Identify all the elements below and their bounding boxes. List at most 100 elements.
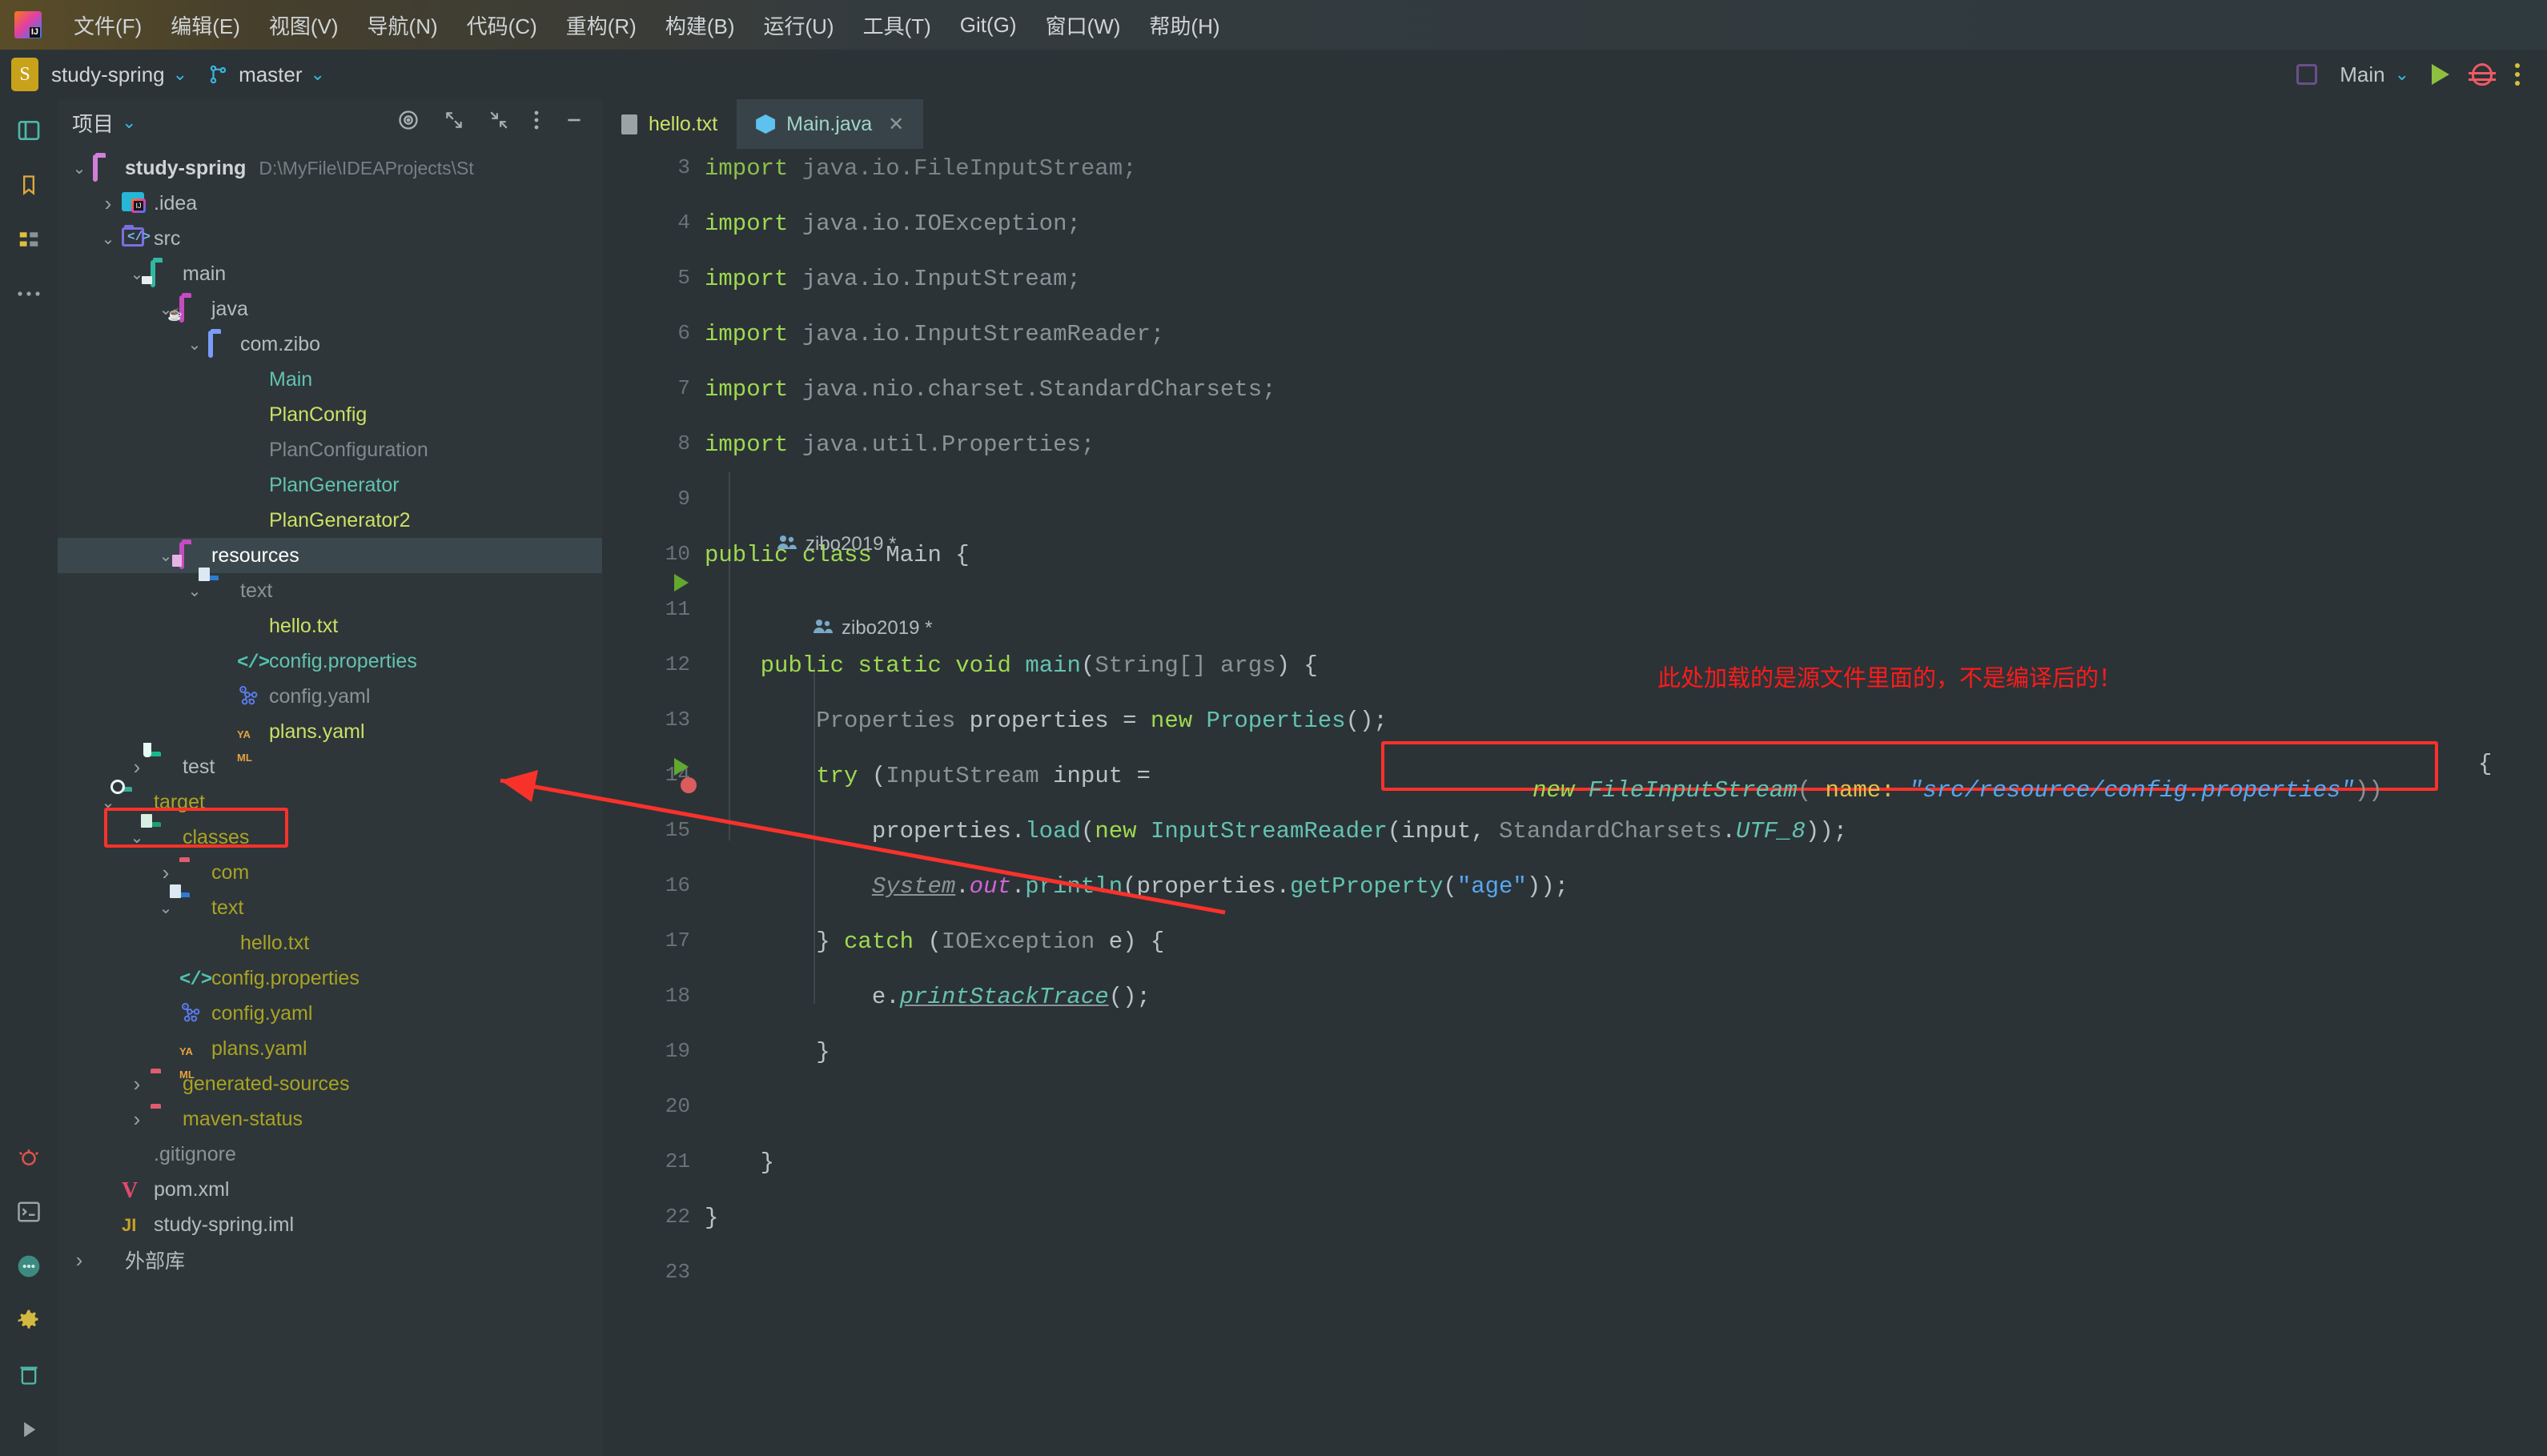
tree-row-hello.txt[interactable]: hello.txt <box>58 925 602 961</box>
chevron-down-icon[interactable]: ⌄ <box>173 64 187 85</box>
run-configuration-label[interactable]: Main <box>2340 62 2384 87</box>
collapse-arrow-icon[interactable]: ⌄ <box>98 792 119 812</box>
code-line[interactable]: import java.io.FileInputStream; <box>705 155 1137 182</box>
tree-row-classes[interactable]: ⌄ classes <box>58 814 602 855</box>
commit-tool-icon[interactable] <box>15 1362 42 1389</box>
editor-tab-hello-txt[interactable]: hello.txt <box>602 99 737 149</box>
code-vision-class[interactable]: zibo2019 * <box>777 533 896 556</box>
code-line[interactable]: } <box>705 1149 774 1176</box>
run-tool-icon[interactable] <box>15 1416 42 1443</box>
menu-item-run[interactable]: 运行(U) <box>749 6 849 45</box>
code-line[interactable]: } catch (IOException e) { <box>705 929 1164 955</box>
bookmarks-tool-icon[interactable] <box>15 171 42 199</box>
code-line[interactable]: } <box>705 1205 718 1231</box>
tool-window-options-icon[interactable] <box>533 110 540 136</box>
menu-item-refactor[interactable]: 重构(R) <box>552 6 651 45</box>
tree-row-plans.yaml[interactable]: YA ML plans.yaml <box>58 714 602 764</box>
expand-arrow-icon[interactable]: › <box>127 755 147 780</box>
tree-row-hello.txt[interactable]: hello.txt <box>58 608 602 644</box>
expand-arrow-icon[interactable]: ⌄ <box>69 158 90 178</box>
code-line[interactable]: try (InputStream input = <box>705 763 1164 789</box>
structure-tool-icon[interactable] <box>15 226 42 253</box>
code-line[interactable]: public static void main(String[] args) { <box>705 652 1318 679</box>
settings-gear-icon[interactable] <box>15 1307 42 1334</box>
collapse-all-icon[interactable] <box>488 110 509 136</box>
code-editor[interactable]: 3 4 5 6 7 8 9 10 11 12 13 14 15 16 17 18 19 20 21 22 23 impo… <box>602 149 2547 1456</box>
problems-tool-icon[interactable] <box>15 1144 42 1171</box>
tree-row-generated-sources[interactable]: › generated-sources <box>58 1066 602 1101</box>
tree-row-config.properties[interactable]: </> config.properties <box>58 644 602 679</box>
editor-tab-main-java[interactable]: Main.java ✕ <box>737 99 924 149</box>
hide-tool-window-icon[interactable] <box>564 110 585 136</box>
tree-row-maven-status[interactable]: › maven-status <box>58 1101 602 1137</box>
more-tool-windows-icon[interactable] <box>15 280 42 307</box>
code-line[interactable]: import java.io.IOException; <box>705 211 1081 237</box>
tree-row-[interactable]: › 外部库 <box>58 1242 602 1278</box>
tree-row-main[interactable]: Main <box>58 362 602 397</box>
project-name-label[interactable]: study-spring <box>51 62 165 87</box>
code-line[interactable]: e.printStackTrace(); <box>705 984 1151 1010</box>
tree-row-java[interactable]: ⌄ ☕ java <box>58 291 602 327</box>
run-button[interactable] <box>2432 64 2449 85</box>
code-line[interactable]: Properties properties = new Properties()… <box>705 708 1388 734</box>
code-line[interactable]: import java.nio.charset.StandardCharsets… <box>705 376 1276 403</box>
menu-item-window[interactable]: 窗口(W) <box>1031 6 1135 45</box>
close-icon[interactable]: ✕ <box>888 113 904 136</box>
breakpoint-icon[interactable] <box>681 777 697 793</box>
tree-row-target[interactable]: ⌄ target <box>58 780 602 820</box>
menu-item-view[interactable]: 视图(V) <box>255 6 353 45</box>
terminal-tool-icon[interactable] <box>15 1198 42 1225</box>
tree-row-text[interactable]: ⌄ text <box>58 884 602 925</box>
menu-item-navigate[interactable]: 导航(N) <box>353 6 452 45</box>
expand-all-icon[interactable] <box>444 110 464 136</box>
tree-row-planconfig[interactable]: PlanConfig <box>58 397 602 432</box>
tree-row-plangenerator2[interactable]: PlanGenerator2 <box>58 503 602 538</box>
expand-arrow-icon[interactable]: › <box>127 1072 147 1097</box>
gutter-run-icon-main[interactable] <box>674 758 689 776</box>
debug-button[interactable] <box>2469 63 2496 86</box>
scroll-from-source-icon[interactable] <box>397 109 420 137</box>
run-config-chevron-down-icon[interactable]: ⌄ <box>2395 64 2409 85</box>
tree-row-plangenerator[interactable]: PlanGenerator <box>58 467 602 503</box>
code-line[interactable]: import java.util.Properties; <box>705 431 1095 458</box>
menu-item-edit[interactable]: 编辑(E) <box>156 6 255 45</box>
collapse-arrow-icon[interactable]: ⌄ <box>98 229 119 249</box>
tree-row-pom.xml[interactable]: Vpom.xml <box>58 1172 602 1207</box>
code-vision-method[interactable]: zibo2019 * <box>813 617 932 640</box>
tree-row-.gitignore[interactable]: .gitignore <box>58 1137 602 1172</box>
gutter-run-icon-class[interactable] <box>674 574 689 592</box>
collapse-arrow-icon[interactable]: ⌄ <box>127 828 147 848</box>
code-content[interactable]: import java.io.FileInputStream; import ja… <box>705 149 2547 1456</box>
tree-row-com.zibo[interactable]: ⌄ com.zibo <box>58 327 602 362</box>
ai-assistant-tool-icon[interactable] <box>15 1253 42 1280</box>
tool-window-chevron-down-icon[interactable]: ⌄ <box>122 112 136 133</box>
collapse-arrow-icon[interactable]: ⌄ <box>184 581 205 601</box>
menu-item-code[interactable]: 代码(C) <box>452 6 552 45</box>
collapse-arrow-icon[interactable]: ⌄ <box>155 898 176 918</box>
tree-row-text[interactable]: ⌄ text <box>58 568 602 608</box>
tree-row-planconfiguration[interactable]: PlanConfiguration <box>58 432 602 467</box>
tree-row-config.yaml[interactable]: config.yaml <box>58 996 602 1031</box>
code-line[interactable]: import java.io.InputStreamReader; <box>705 321 1164 347</box>
branch-chevron-down-icon[interactable]: ⌄ <box>311 64 325 85</box>
expand-arrow-icon[interactable]: › <box>69 1248 90 1273</box>
collapse-arrow-icon[interactable]: ⌄ <box>184 335 205 355</box>
tree-row-root[interactable]: ⌄ study-spring D:\MyFile\IDEAProjects\St <box>58 150 602 186</box>
expand-arrow-icon[interactable]: › <box>98 191 119 216</box>
expand-arrow-icon[interactable]: › <box>127 1107 147 1132</box>
tree-row-src[interactable]: ⌄ </> src <box>58 221 602 256</box>
tree-row-plans.yaml[interactable]: YA ML plans.yaml <box>58 1031 602 1081</box>
tree-row-com[interactable]: › com <box>58 855 602 890</box>
menu-item-tools[interactable]: 工具(T) <box>849 6 946 45</box>
code-line[interactable]: } <box>705 1039 830 1065</box>
git-branch-label[interactable]: master <box>239 62 302 87</box>
tree-row-main[interactable]: ⌄ main <box>58 256 602 291</box>
menu-item-file[interactable]: 文件(F) <box>59 6 156 45</box>
tree-row-study-spring.iml[interactable]: JI study-spring.iml <box>58 1207 602 1242</box>
more-actions-button[interactable] <box>2515 63 2520 86</box>
editor-gutter[interactable]: 3 4 5 6 7 8 9 10 11 12 13 14 15 16 17 18 19 20 21 22 23 <box>602 149 705 1456</box>
tree-row-.idea[interactable]: › IJ .idea <box>58 186 602 221</box>
expand-arrow-icon[interactable]: › <box>155 860 176 885</box>
menu-item-build[interactable]: 构建(B) <box>651 6 749 45</box>
code-line[interactable]: System.out.println(properties.getPropert… <box>705 873 1569 900</box>
